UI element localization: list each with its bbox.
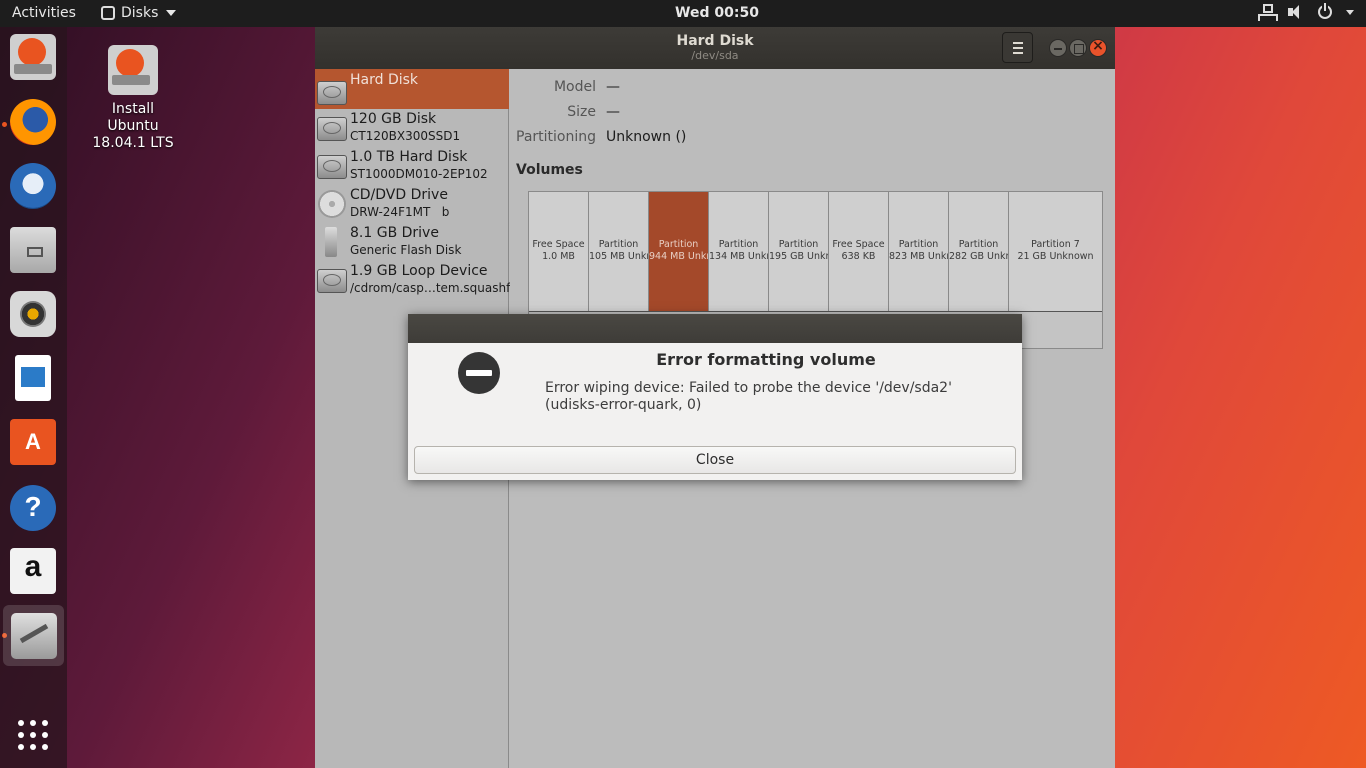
dialog-title-bar[interactable] bbox=[408, 314, 1022, 343]
hdd-icon bbox=[317, 81, 347, 105]
desktop-icon-label-line3: 18.04.1 LTS bbox=[92, 135, 174, 151]
power-icon[interactable] bbox=[1318, 3, 1332, 19]
volume-segment[interactable]: Free Space 1.0 MB bbox=[529, 192, 589, 311]
dock-amazon[interactable] bbox=[7, 545, 59, 597]
firefox-icon bbox=[10, 99, 56, 145]
dock-thunderbird[interactable] bbox=[7, 160, 59, 212]
volume-segment[interactable]: Partition 823 MB Unkn bbox=[889, 192, 949, 311]
dock bbox=[0, 27, 67, 768]
drive-item-loop[interactable]: 1.9 GB Loop Device /cdrom/casp…tem.squas… bbox=[315, 262, 517, 300]
clock[interactable]: Wed 00:50 bbox=[0, 5, 1366, 21]
writer-icon bbox=[15, 355, 51, 401]
error-dialog: Error formatting volume Error wiping dev… bbox=[408, 314, 1022, 480]
installer-icon bbox=[108, 45, 158, 95]
chevron-down-icon[interactable] bbox=[1346, 9, 1354, 15]
volumes-heading: Volumes bbox=[516, 162, 583, 178]
amazon-icon bbox=[10, 548, 56, 594]
installer-icon bbox=[10, 34, 56, 80]
drive-item-hard-disk[interactable]: Hard Disk bbox=[315, 69, 509, 109]
hdd-icon bbox=[317, 117, 347, 141]
drive-model: ST1000DM010-2EP102 bbox=[350, 167, 488, 181]
volume-segment[interactable]: Partition 195 GB Unkn bbox=[769, 192, 829, 311]
volume-segment[interactable]: Partition 282 GB Unkn bbox=[949, 192, 1009, 311]
volume-segment[interactable]: Partition 134 MB Unkn bbox=[709, 192, 769, 311]
close-button[interactable]: Close bbox=[414, 446, 1016, 474]
drive-item-120gb[interactable]: 120 GB Disk CT120BX300SSD1 bbox=[315, 110, 509, 148]
dock-software[interactable] bbox=[7, 416, 59, 468]
drive-model: CT120BX300SSD1 bbox=[350, 129, 461, 143]
dock-writer[interactable] bbox=[7, 352, 59, 404]
system-tray[interactable] bbox=[1258, 3, 1354, 21]
network-icon[interactable] bbox=[1258, 4, 1278, 21]
dock-files[interactable] bbox=[7, 224, 59, 276]
disks-icon bbox=[10, 612, 57, 659]
drive-item-cdrom[interactable]: CD/DVD Drive DRW-24F1MT b bbox=[315, 186, 509, 224]
drive-model: Generic Flash Disk bbox=[350, 243, 462, 257]
drive-item-usb[interactable]: 8.1 GB Drive Generic Flash Disk bbox=[315, 224, 509, 262]
desktop-icon-label-line2: Ubuntu bbox=[107, 118, 159, 134]
title-bar[interactable]: Hard Disk /dev/sda bbox=[315, 27, 1115, 69]
error-icon bbox=[458, 352, 500, 394]
dock-help[interactable] bbox=[7, 482, 59, 534]
dialog-heading: Error formatting volume bbox=[656, 350, 876, 369]
drive-name: 1.9 GB Loop Device bbox=[350, 263, 488, 279]
window-title: Hard Disk bbox=[676, 33, 754, 49]
dock-install-ubuntu[interactable] bbox=[7, 31, 59, 83]
model-value: — bbox=[606, 79, 620, 95]
apps-grid-icon bbox=[18, 720, 48, 750]
drive-name: Hard Disk bbox=[350, 72, 419, 88]
volume-segment-selected[interactable]: Partition 944 MB Unkn bbox=[649, 192, 709, 311]
drive-item-1tb[interactable]: 1.0 TB Hard Disk ST1000DM010-2EP102 bbox=[315, 148, 509, 186]
drive-model: /cdrom/casp…tem.squashfs bbox=[350, 281, 517, 295]
dialog-message: Error wiping device: Failed to probe the… bbox=[545, 380, 952, 413]
drive-model: DRW-24F1MT b bbox=[350, 205, 450, 219]
volume-row: Free Space 1.0 MB Partition 105 MB Unkn Pa… bbox=[529, 192, 1102, 312]
help-icon bbox=[10, 485, 56, 531]
partitioning-label: Partitioning bbox=[516, 129, 596, 145]
volume-icon[interactable] bbox=[1288, 4, 1304, 20]
window-subtitle: /dev/sda bbox=[691, 49, 739, 62]
drive-name: 120 GB Disk bbox=[350, 111, 437, 127]
files-icon bbox=[10, 227, 56, 273]
usb-icon bbox=[325, 227, 337, 257]
drive-name: 1.0 TB Hard Disk bbox=[350, 149, 468, 165]
dock-disks[interactable] bbox=[3, 605, 64, 666]
dock-firefox[interactable] bbox=[7, 96, 59, 148]
show-applications-button[interactable] bbox=[7, 709, 59, 761]
top-bar: Activities Disks Wed 00:50 bbox=[0, 0, 1366, 27]
hdd-icon bbox=[317, 269, 347, 293]
desktop-install-ubuntu[interactable]: Install Ubuntu 18.04.1 LTS bbox=[90, 45, 176, 152]
model-label: Model bbox=[553, 79, 596, 95]
maximize-button[interactable] bbox=[1069, 39, 1087, 57]
dock-rhythmbox[interactable] bbox=[7, 288, 59, 340]
menu-button[interactable] bbox=[1002, 32, 1033, 63]
software-store-icon bbox=[10, 419, 56, 465]
desktop-icon-label-line1: Install bbox=[111, 101, 155, 117]
drive-name: 8.1 GB Drive bbox=[350, 225, 439, 241]
minimize-button[interactable] bbox=[1049, 39, 1067, 57]
partitioning-value: Unknown () bbox=[606, 129, 687, 145]
size-value: — bbox=[606, 104, 620, 120]
rhythmbox-icon bbox=[10, 291, 56, 337]
hdd-icon bbox=[317, 155, 347, 179]
cd-icon bbox=[318, 190, 346, 218]
thunderbird-icon bbox=[10, 163, 56, 209]
volume-segment[interactable]: Free Space 638 KB bbox=[829, 192, 889, 311]
drive-name: CD/DVD Drive bbox=[350, 187, 448, 203]
size-label: Size bbox=[567, 104, 596, 120]
volume-segment[interactable]: Partition 105 MB Unkn bbox=[589, 192, 649, 311]
volume-segment[interactable]: Partition 7 21 GB Unknown bbox=[1009, 192, 1102, 311]
close-window-button[interactable] bbox=[1089, 38, 1107, 57]
window-controls bbox=[1049, 38, 1107, 57]
